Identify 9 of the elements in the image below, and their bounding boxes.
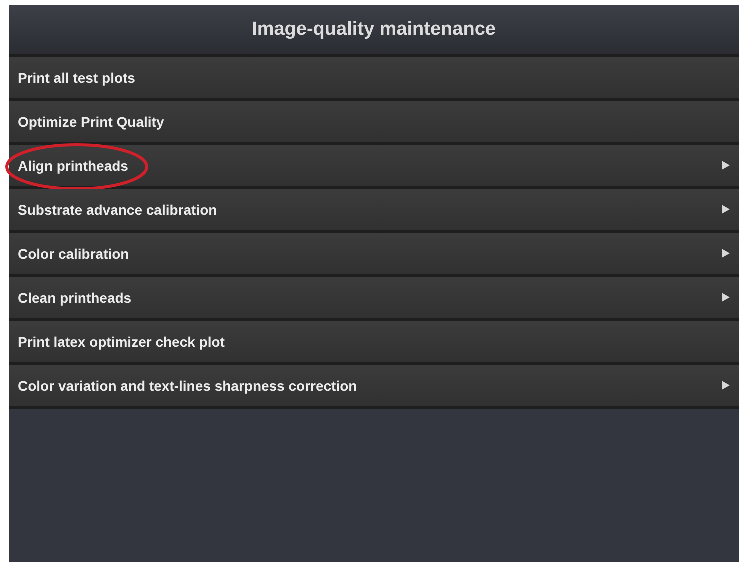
menu-item[interactable]: Optimize Print Quality: [9, 101, 739, 145]
window-title: Image-quality maintenance: [9, 5, 739, 57]
menu-item[interactable]: Color variation and text-lines sharpness correction: [9, 365, 739, 409]
menu-item[interactable]: Substrate advance calibration: [9, 189, 739, 233]
menu-item[interactable]: Print all test plots: [9, 57, 739, 101]
menu-item[interactable]: Clean printheads: [9, 277, 739, 321]
menu-item[interactable]: Align printheads: [9, 145, 739, 189]
menu-item[interactable]: Color calibration: [9, 233, 739, 277]
menu-item[interactable]: Print latex optimizer check plot: [9, 321, 739, 365]
